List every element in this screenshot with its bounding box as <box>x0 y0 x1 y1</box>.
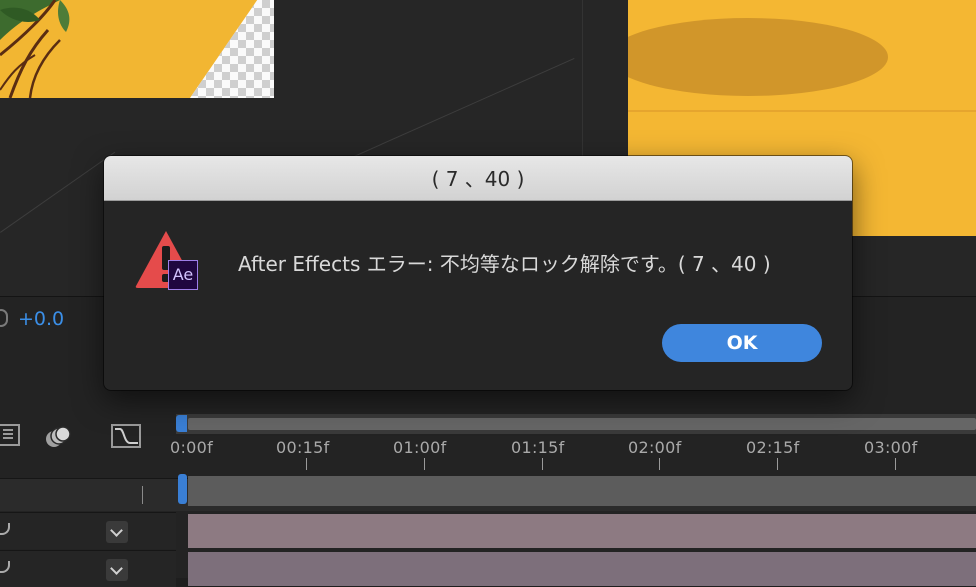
time-navigator-start-handle[interactable] <box>176 415 187 432</box>
chevron-down-icon <box>110 562 123 575</box>
ok-button[interactable]: OK <box>662 324 822 362</box>
graph-editor-icon[interactable] <box>110 423 142 449</box>
exposure-value[interactable]: +0.0 <box>18 308 64 330</box>
layer-dropdown[interactable] <box>106 521 128 543</box>
after-effects-app-icon: Ae <box>168 260 198 290</box>
sand-shadow <box>628 18 888 96</box>
ruler-tick <box>542 458 543 470</box>
ruler-tick-label: 01:15f <box>511 438 565 457</box>
ruler-tick <box>306 458 307 470</box>
parent-pickwhip-icon[interactable] <box>0 561 10 573</box>
sand-horizon <box>628 110 976 112</box>
film-icon[interactable] <box>0 424 20 446</box>
ruler-tick <box>777 458 778 470</box>
ruler-tick-label: 0:00f <box>170 438 214 457</box>
work-area-bar[interactable] <box>188 476 976 506</box>
column-divider <box>142 486 143 504</box>
dialog-title: ( 7 、40 ) <box>104 156 852 201</box>
ruler-tick <box>424 458 425 470</box>
composition-frame-left <box>0 0 274 98</box>
ruler-tick-label: 02:15f <box>746 438 800 457</box>
current-time-indicator[interactable] <box>178 474 187 504</box>
ruler-tick-label: 01:00f <box>393 438 447 457</box>
ruler-tick-label: 02:00f <box>628 438 682 457</box>
layer-duration-bar[interactable] <box>188 552 976 586</box>
error-message: After Effects エラー: 不均等なロック解除です。( 7 、40 ) <box>238 252 771 276</box>
error-dialog: ( 7 、40 ) Ae After Effects エラー: 不均等なロック解… <box>104 156 852 390</box>
motion-blur-icon[interactable] <box>44 424 72 450</box>
layer-row-controls <box>0 550 176 587</box>
plant-graphic <box>0 0 70 98</box>
ruler-tick <box>659 458 660 470</box>
parent-pickwhip-icon[interactable] <box>0 523 10 535</box>
guide-line <box>0 151 116 233</box>
ruler-tick <box>895 458 896 470</box>
layer-row-controls <box>0 512 176 549</box>
layer-duration-bar[interactable] <box>188 514 976 548</box>
ruler-tick-label: 03:00f <box>864 438 918 457</box>
time-navigator-bar[interactable] <box>188 418 976 430</box>
transparency-checkerboard <box>190 0 274 98</box>
ruler-tick-label: 00:15f <box>276 438 330 457</box>
chevron-down-icon <box>110 524 123 537</box>
